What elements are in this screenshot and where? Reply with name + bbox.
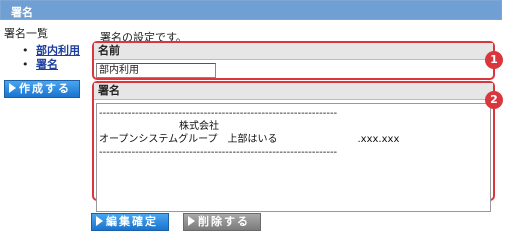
sidebar-title: 署名一覧: [4, 27, 48, 40]
title-bar: 署名: [0, 0, 502, 20]
signature-line: ----------------------------------------…: [99, 108, 338, 119]
signature-line: 株式会社: [99, 121, 219, 132]
signature-section: 署名 -------------------------------------…: [92, 81, 503, 212]
name-section: 名前 部内利用 1: [92, 41, 503, 80]
list-item: 署名: [22, 58, 80, 72]
signature-line: ----------------------------------------…: [99, 147, 338, 158]
confirm-edit-button[interactable]: 編集確定: [91, 213, 169, 231]
play-triangle-icon: [188, 216, 195, 226]
signature-textarea[interactable]: ----------------------------------------…: [96, 103, 491, 212]
play-triangle-icon: [9, 83, 16, 93]
sidebar-item-signature[interactable]: 署名: [36, 58, 58, 71]
signature-label: 署名: [94, 83, 493, 100]
signature-line: オープンシステムグループ 上部はいる .xxx.xxx: [99, 134, 400, 145]
sidebar-item-bunai[interactable]: 部内利用: [36, 44, 80, 57]
page-title: 署名: [11, 6, 33, 19]
delete-button[interactable]: 削除する: [183, 213, 261, 231]
name-label: 名前: [94, 43, 493, 60]
list-item: 部内利用: [22, 44, 80, 58]
badge-number-1: 1: [485, 51, 503, 69]
name-field[interactable]: 部内利用: [96, 63, 216, 78]
play-triangle-icon: [96, 216, 103, 226]
create-button[interactable]: 作成する: [4, 80, 80, 98]
signature-list: 部内利用 署名: [22, 44, 80, 72]
badge-number-2: 2: [485, 91, 503, 109]
